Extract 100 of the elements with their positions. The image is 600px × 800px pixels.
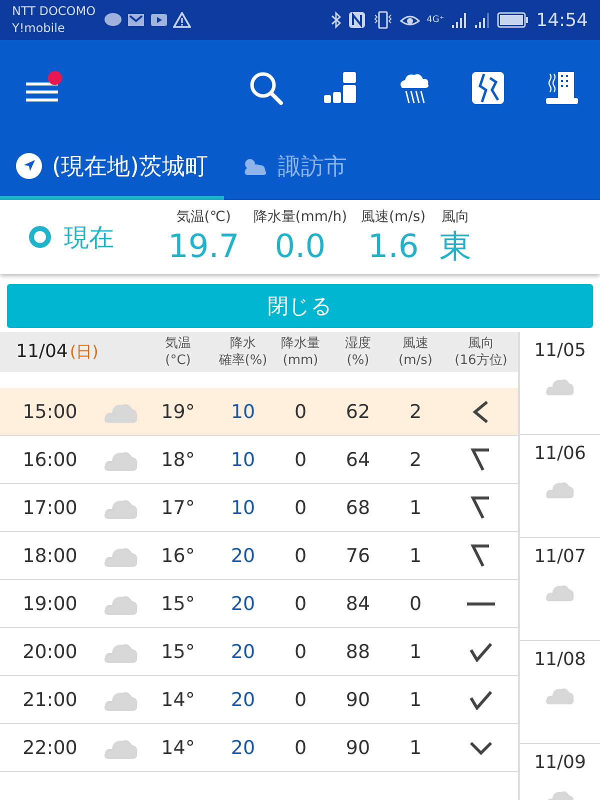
building-icon: [544, 70, 580, 106]
temperature-cell: 16°: [161, 544, 195, 566]
day-cell[interactable]: 11/08: [520, 641, 600, 744]
column-header: 気温 (°C): [164, 335, 192, 369]
rainfall-cell: 0: [294, 736, 307, 758]
humidity-cell: 88: [346, 640, 370, 662]
blocks-icon: [322, 70, 358, 106]
time-cell: 22:00: [22, 736, 78, 758]
mail-icon: [126, 13, 145, 27]
video-icon: [150, 13, 168, 27]
vibrate-icon: [372, 11, 393, 29]
humidity-cell: 68: [346, 496, 370, 518]
navigation-icon: [16, 153, 42, 179]
rainfall-cell: 0: [294, 448, 307, 470]
hour-row[interactable]: 16:00 18° 10 0 64 2: [0, 436, 518, 484]
blocks-button[interactable]: [322, 70, 358, 106]
day-date: 11/05: [534, 340, 586, 361]
time-cell: 20:00: [22, 640, 78, 662]
battery-icon: [497, 12, 530, 28]
rainfall-cell: 0: [294, 592, 307, 614]
carrier-name: NTT DOCOMO: [12, 3, 96, 20]
wind-speed-cell: 2: [409, 448, 422, 470]
date-label: 11/04: [16, 341, 68, 362]
wind-speed-cell: 1: [409, 688, 422, 710]
weekday-label: (日): [70, 342, 98, 363]
probability-cell: 10: [230, 448, 256, 470]
day-date: 11/07: [534, 546, 586, 567]
hour-row[interactable]: 20:00 15° 20 0 88 1: [0, 628, 518, 676]
hour-row[interactable]: 18:00 16° 20 0 76 1: [0, 532, 518, 580]
wind-speed-cell: 1: [409, 544, 422, 566]
metric-value: 1.6: [368, 226, 419, 266]
temperature-cell: 17°: [161, 496, 195, 518]
probability-cell: 10: [230, 496, 256, 518]
probability-cell: 20: [230, 640, 256, 662]
signal-icon: [474, 12, 490, 28]
probability-cell: 20: [230, 736, 256, 758]
probability-cell: 20: [230, 688, 256, 710]
time-cell: 21:00: [22, 688, 78, 710]
hour-row[interactable]: 15:00 19° 10 0 62 2: [0, 388, 518, 436]
hour-row[interactable]: 17:00 17° 10 0 68 1: [0, 484, 518, 532]
rainfall-cell: 0: [294, 496, 307, 518]
nfc-icon: [348, 11, 366, 29]
hour-row[interactable]: 21:00 14° 20 0 90 1: [0, 676, 518, 724]
metric-label: 降水量(mm/h): [253, 208, 348, 226]
metric-label: 風向: [442, 208, 470, 226]
network-type: 4G⁺: [426, 15, 444, 25]
temperature-cell: 14°: [161, 688, 195, 710]
search-icon: [248, 70, 284, 106]
temperature-cell: 15°: [161, 592, 195, 614]
temperature-cell: 19°: [161, 400, 195, 422]
hour-row[interactable]: 22:00 14° 20 0 90 1: [0, 724, 518, 772]
temperature-cell: 14°: [161, 736, 195, 758]
wind-speed-cell: 1: [409, 640, 422, 662]
probability-cell: 20: [230, 592, 256, 614]
wind-speed-cell: 0: [409, 592, 422, 614]
column-header: 風速 (m/s): [398, 335, 434, 369]
humidity-cell: 62: [346, 400, 370, 422]
probability-cell: 20: [230, 544, 256, 566]
column-header: 湿度 (%): [344, 335, 372, 369]
time-cell: 19:00: [22, 592, 78, 614]
metric-value: 東: [440, 226, 472, 266]
carrier-name: Y!mobile: [12, 20, 66, 37]
metric-value: 0.0: [274, 226, 326, 266]
rainfall-cell: 0: [294, 640, 307, 662]
rainfall-cell: 0: [294, 544, 307, 566]
day-cell[interactable]: 11/09: [520, 744, 600, 800]
location-tab[interactable]: (現在地)茨城町: [0, 136, 224, 200]
circle-icon: [28, 225, 52, 249]
signal-icon: [451, 12, 468, 28]
rainfall-cell: 0: [294, 400, 307, 422]
humidity-cell: 90: [346, 688, 370, 710]
probability-cell: 10: [230, 400, 256, 422]
day-date: 11/08: [534, 649, 586, 670]
building-button[interactable]: [544, 70, 580, 106]
time-cell: 15:00: [22, 400, 78, 422]
hour-row[interactable]: 19:00 15° 20 0 84 0: [0, 580, 518, 628]
day-cell[interactable]: 11/07: [520, 538, 600, 641]
time-cell: 17:00: [22, 496, 78, 518]
clock-time: 14:54: [536, 10, 588, 30]
time-cell: 18:00: [22, 544, 78, 566]
column-header: 降水 確率(%): [218, 335, 268, 369]
temperature-cell: 18°: [161, 448, 195, 470]
column-header: 風向 (16方位): [454, 335, 508, 369]
humidity-cell: 76: [346, 544, 370, 566]
search-button[interactable]: [248, 70, 284, 106]
day-date: 11/06: [534, 443, 586, 464]
rainfall-cell: 0: [294, 688, 307, 710]
day-date: 11/09: [534, 752, 586, 773]
metric-label: 気温(℃): [176, 208, 231, 226]
metric-label: 風速(m/s): [361, 208, 426, 226]
temperature-cell: 15°: [161, 640, 195, 662]
warning-icon: [172, 12, 191, 28]
wind-speed-cell: 1: [409, 496, 422, 518]
humidity-cell: 64: [346, 448, 370, 470]
current-label: 現在: [64, 222, 114, 254]
day-cell[interactable]: 11/06: [520, 435, 600, 538]
column-header: 降水量 (mm): [280, 335, 321, 369]
wind-speed-cell: 2: [409, 400, 422, 422]
day-cell[interactable]: 11/05: [520, 332, 600, 435]
bluetooth-icon: [330, 11, 341, 29]
